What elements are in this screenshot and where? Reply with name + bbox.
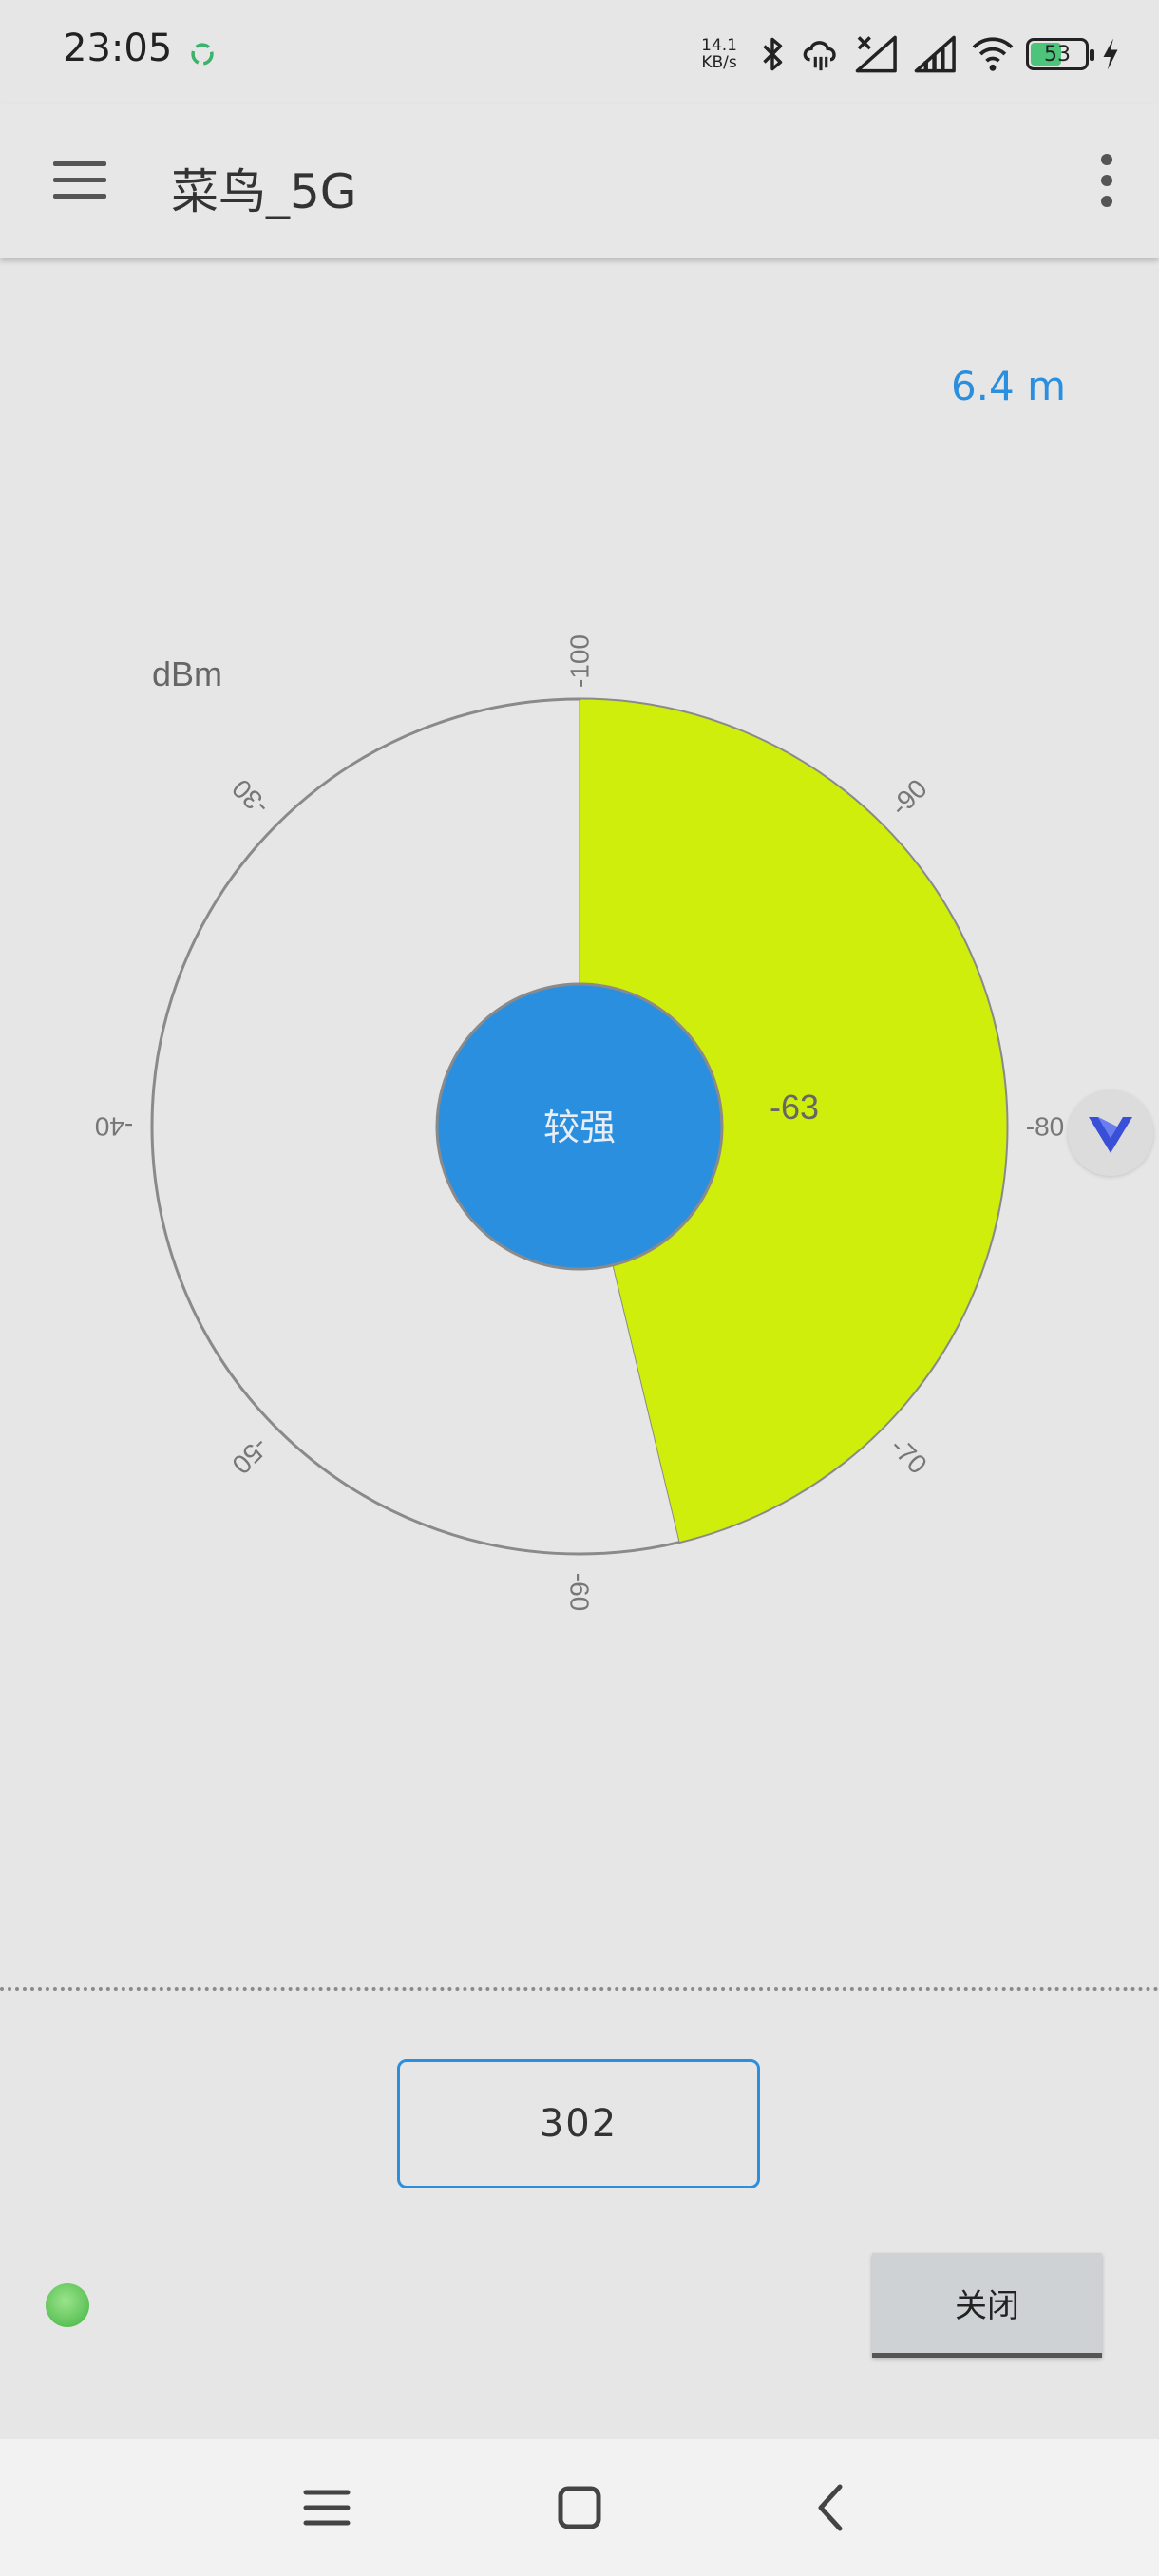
net-speed: 14.1 KB/s	[701, 37, 737, 71]
wifi-icon	[972, 37, 1014, 71]
floating-ball[interactable]	[1068, 1090, 1153, 1176]
more-vert-icon[interactable]	[1092, 152, 1121, 209]
status-indicator	[46, 2283, 89, 2327]
gauge-scale-label: -50	[226, 1431, 275, 1480]
v-logo-icon	[1089, 1117, 1132, 1153]
status-time: 23:05	[63, 27, 173, 70]
battery-nub	[1090, 49, 1094, 61]
gauge-scale-label: -80	[1026, 1112, 1064, 1142]
channel-field[interactable]: 302	[397, 2059, 760, 2188]
gauge-scale-label: -100	[565, 635, 595, 688]
bluetooth-icon	[763, 37, 783, 71]
charging-icon	[1103, 38, 1118, 70]
net-speed-value: 14.1	[701, 36, 737, 55]
close-button[interactable]: 关闭	[872, 2253, 1102, 2358]
gauge-value-label: -63	[770, 1088, 819, 1127]
gauge-scale-label: -30	[226, 773, 275, 822]
cloud-sync-icon	[803, 41, 836, 71]
battery-icon: 53	[1026, 38, 1094, 70]
gauge-scale-label: -90	[884, 773, 933, 822]
divider	[0, 1987, 1159, 1991]
gauge-scale-label: -40	[95, 1112, 133, 1142]
gauge-scale-label: -60	[565, 1573, 595, 1611]
page-title: 菜鸟_5G	[171, 164, 357, 219]
menu-icon[interactable]	[53, 160, 106, 201]
gauge-scale-label: -70	[884, 1431, 933, 1480]
back-chevron-icon[interactable]	[798, 2473, 866, 2542]
signal-icon	[914, 35, 956, 73]
recycle-icon	[191, 43, 214, 66]
gauge-unit-label: dBm	[152, 654, 222, 693]
signal-no-service-icon	[855, 35, 897, 73]
battery-level: 53	[1044, 42, 1071, 66]
system-nav-bar	[0, 2439, 1159, 2576]
menu-lines-icon[interactable]	[293, 2473, 361, 2542]
gauge-center-label: 较强	[543, 1107, 616, 1148]
status-bar: 23:05 14.1 KB/s 53	[0, 0, 1159, 104]
signal-gauge: dBm -100 -90 -80 -70 -60 -50 -40 -30 较强 -63	[95, 635, 1064, 1611]
distance-readout: 6.4 m	[950, 363, 1066, 409]
status-icons: 14.1 KB/s 53	[701, 28, 1121, 80]
app-bar: 菜鸟_5G	[0, 104, 1159, 258]
net-speed-unit: KB/s	[701, 53, 737, 72]
home-square-icon[interactable]	[545, 2473, 614, 2542]
